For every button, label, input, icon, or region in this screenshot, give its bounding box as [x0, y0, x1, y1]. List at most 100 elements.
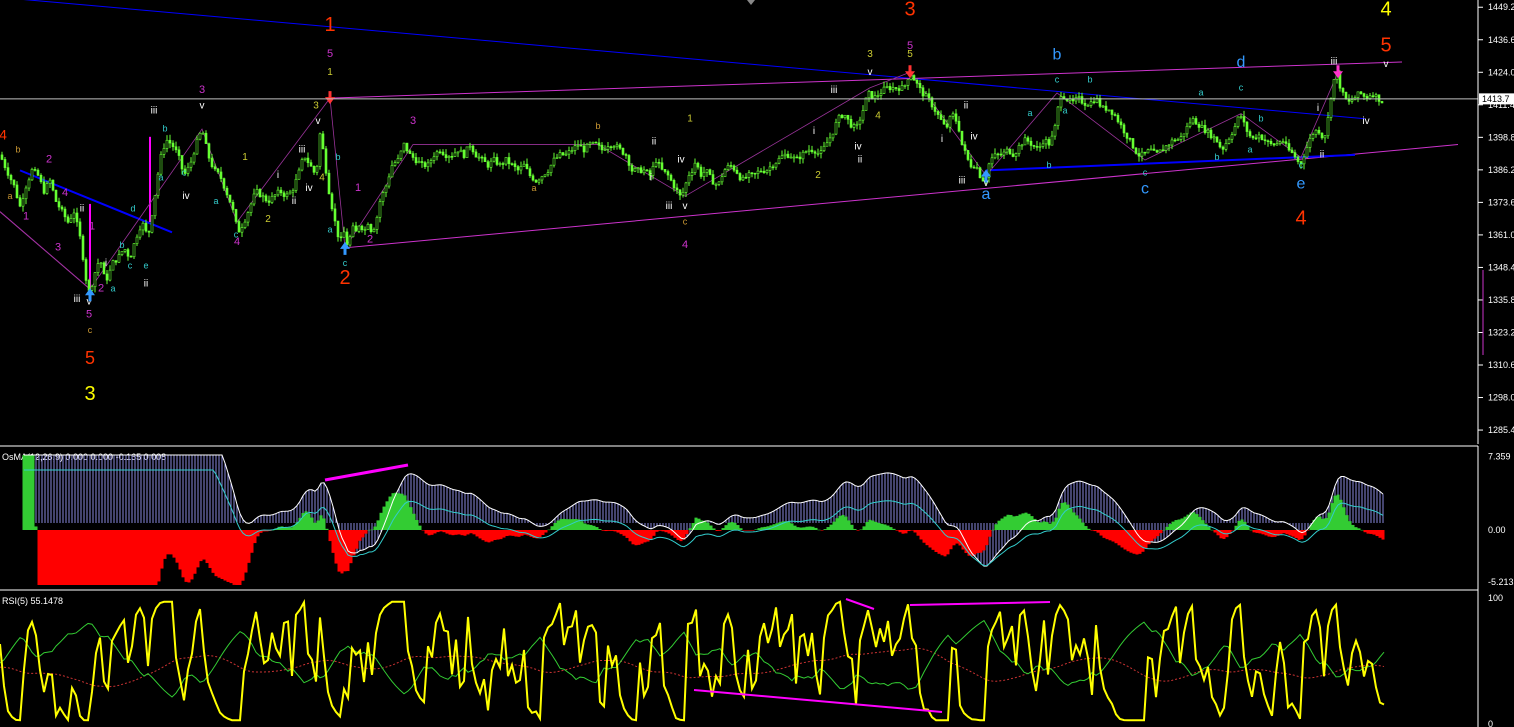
candle-body	[843, 114, 847, 119]
wave-label: 5	[327, 48, 333, 60]
osma-bar	[1354, 527, 1358, 530]
osma-bar	[835, 518, 839, 530]
osma-bar	[727, 522, 731, 530]
candle-body	[1107, 109, 1111, 112]
osma-bar	[661, 530, 665, 532]
osma-panel[interactable]: OsMA(12,26,9) 0.000 0.000 -0.165 0.008 7…	[2, 451, 1514, 587]
wave-label: 2	[367, 234, 373, 246]
osma-bar	[1111, 530, 1115, 542]
candle-body	[594, 141, 598, 144]
osma-bar	[667, 530, 671, 534]
candle-body	[726, 165, 730, 170]
candle-body	[948, 116, 952, 128]
rsi-divergence-line-3	[693, 689, 943, 713]
candle-body	[960, 130, 964, 145]
candle-body	[927, 93, 931, 99]
wave-label: iii	[299, 144, 306, 155]
osma-bar	[370, 529, 374, 531]
osma-bar	[1012, 516, 1016, 530]
candle-body	[369, 224, 373, 233]
osma-bar	[931, 530, 935, 550]
candle-body	[864, 97, 868, 111]
osma-bar	[418, 525, 422, 530]
candle-body	[600, 144, 604, 151]
candle-body	[1023, 137, 1027, 146]
candle-body	[918, 83, 922, 89]
osma-bar	[1168, 524, 1172, 530]
osma-bar	[955, 530, 959, 544]
candle-body	[591, 141, 595, 144]
osma-bar	[733, 522, 737, 530]
wave-label: iv	[305, 183, 312, 194]
candle-body	[972, 166, 976, 169]
rsi-panel[interactable]: RSI(5) 55.1478 100 0	[0, 593, 1503, 727]
candle-body	[42, 181, 46, 194]
candle-body	[603, 149, 607, 151]
osma-bar	[1042, 521, 1046, 530]
candle-body	[60, 206, 64, 210]
candle-body	[1008, 148, 1012, 155]
candle-body	[0, 154, 4, 160]
osma-bar	[70, 530, 74, 585]
osma-bar	[25, 455, 29, 530]
wave-label: a	[1027, 108, 1032, 118]
osma-bar	[1084, 526, 1088, 530]
osma-bar	[466, 530, 470, 535]
candle-body	[303, 157, 307, 160]
osma-bar	[808, 526, 812, 530]
osma-bar	[1357, 528, 1361, 530]
main-price-panel[interactable]: 123455434abcde555334 42413121213412123 54v…	[0, 0, 1478, 444]
osma-bar	[586, 524, 590, 530]
wave-label: 3	[313, 100, 319, 111]
candle-body	[468, 145, 472, 148]
wave-label: b	[1258, 113, 1263, 123]
wave-label: 3	[84, 383, 95, 405]
osma-bar	[1366, 530, 1370, 534]
wave-label: a	[158, 173, 163, 183]
candle-body	[822, 145, 826, 151]
osma-bar	[541, 530, 545, 536]
wave-label: 2	[98, 283, 104, 295]
candle-body	[270, 195, 274, 203]
candle-body	[57, 201, 61, 208]
candle-body	[1011, 153, 1015, 157]
candle-body	[258, 189, 262, 198]
osma-bar	[1009, 514, 1013, 530]
osma-bar	[1378, 530, 1382, 538]
candle-body	[1173, 139, 1177, 142]
chart-canvas[interactable]: 123455434abcde555334 42413121213412123 54v…	[0, 0, 1514, 727]
osma-bar	[1069, 508, 1073, 530]
candle-body	[1332, 79, 1336, 99]
candle-body	[1284, 141, 1288, 144]
osma-bar	[1129, 530, 1133, 553]
candle-body	[75, 212, 79, 223]
candle-body	[621, 147, 625, 155]
osma-bar	[91, 530, 95, 585]
candle-body	[900, 85, 904, 91]
candle-body	[1239, 116, 1243, 118]
candle-body	[255, 189, 259, 195]
candle-body	[297, 169, 301, 180]
candle-body	[351, 225, 355, 238]
candle-body	[36, 169, 40, 176]
candle-body	[99, 262, 103, 265]
candle-body	[1302, 156, 1306, 165]
candle-body	[438, 151, 442, 154]
osma-bar	[1081, 522, 1085, 530]
candle-body	[609, 146, 613, 148]
candle-body	[1089, 101, 1093, 106]
candle-body	[243, 221, 247, 228]
osma-bar	[637, 530, 641, 545]
candle-body	[705, 169, 709, 173]
wave-label: iii	[1331, 57, 1338, 68]
wave-label: a	[327, 224, 332, 234]
candle-body	[1356, 91, 1360, 98]
osma-bar	[352, 530, 356, 556]
osma-bar	[469, 530, 473, 534]
candle-body	[546, 172, 550, 176]
osma-bar	[829, 524, 833, 530]
osma-bar	[451, 530, 455, 536]
candle-body	[582, 145, 586, 153]
candle-body	[1359, 91, 1363, 94]
osma-bar	[1132, 530, 1136, 554]
